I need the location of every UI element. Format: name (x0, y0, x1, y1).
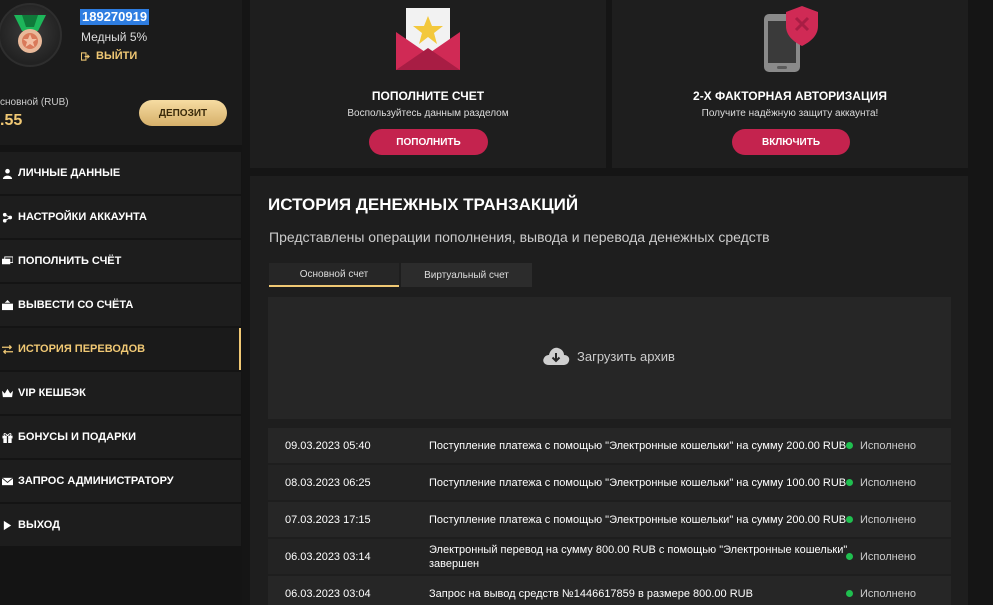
transaction-history-panel: ИСТОРИЯ ДЕНЕЖНЫХ ТРАНЗАКЦИЙ Представлены… (250, 176, 968, 605)
archive-panel: Загрузить архив (268, 297, 951, 419)
status-badge: Исполнено (846, 465, 916, 500)
sidebar-item-label: ВЫВЕСТИ СО СЧЁТА (18, 299, 134, 311)
sidebar-item-personal-data[interactable]: ЛИЧНЫЕ ДАННЫЕ (0, 152, 241, 194)
sidebar-item-label: ЛИЧНЫЕ ДАННЫЕ (18, 167, 121, 179)
status-dot-icon (846, 553, 853, 560)
sidebar-item-label: ИСТОРИЯ ПЕРЕВОДОВ (18, 343, 146, 355)
page-title: ИСТОРИЯ ДЕНЕЖНЫХ ТРАНЗАКЦИЙ (268, 195, 579, 214)
status-badge: Исполнено (846, 576, 916, 605)
exit-icon (1, 519, 13, 531)
status-label: Исполнено (860, 587, 917, 600)
sidebar-item-label: ЗАПРОС АДМИНИСТРАТОРУ (18, 475, 174, 487)
transaction-description: Поступление платежа с помощью "Электронн… (429, 513, 847, 526)
transaction-table: 09.03.2023 05:40 Поступление платежа с п… (268, 428, 951, 605)
transaction-description: Поступление платежа с помощью "Электронн… (429, 476, 847, 489)
sidebar-item-deposit[interactable]: ПОПОЛНИТЬ СЧЁТ (0, 240, 241, 282)
user-id: 189270919 (80, 9, 150, 25)
deposit-card-subtitle: Воспользуйтесь данным разделом (347, 108, 509, 119)
download-archive-label: Загрузить архив (577, 348, 675, 364)
sidebar-item-label: НАСТРОЙКИ АККАУНТА (18, 211, 147, 223)
twofa-card-subtitle: Получите надёжную защиту аккаунта! (701, 108, 879, 119)
status-label: Исполнено (860, 476, 917, 489)
transaction-description: Запрос на вывод средств №1446617859 в ра… (429, 587, 753, 600)
gift-icon (1, 431, 13, 443)
status-dot-icon (846, 516, 853, 523)
status-label: Исполнено (860, 550, 917, 563)
envelope-star-icon (396, 8, 460, 70)
sidebar-item-label: VIP КЕШБЭК (18, 387, 86, 399)
logout-link[interactable]: ВЫЙТИ (81, 50, 137, 62)
table-row: 06.03.2023 03:14 Электронный перевод на … (268, 539, 951, 574)
deposit-card-button[interactable]: ПОПОЛНИТЬ (369, 129, 488, 155)
tab-main-account[interactable]: Основной счет (269, 263, 399, 287)
status-dot-icon (846, 590, 853, 597)
deposit-promo-card: ПОПОЛНИТЕ СЧЕТ Воспользуйтесь данным раз… (250, 0, 606, 168)
avatar[interactable] (0, 3, 62, 67)
sidebar-item-label: ПОПОЛНИТЬ СЧЁТ (18, 255, 122, 267)
transaction-description: Электронный перевод на сумму 800.00 RUB … (429, 543, 848, 570)
user-icon (1, 167, 13, 179)
balance-label: сновной (RUB) (0, 97, 69, 108)
transaction-date: 07.03.2023 17:15 (285, 513, 371, 526)
sidebar: 189270919 Медный 5% ВЫЙТИ сновной (RUB) … (0, 0, 242, 605)
crown-icon (1, 387, 13, 399)
transaction-date: 09.03.2023 05:40 (285, 439, 371, 452)
transaction-description: Поступление платежа с помощью "Электронн… (429, 439, 847, 452)
sidebar-item-vip-cashback[interactable]: VIP КЕШБЭК (0, 372, 241, 414)
status-dot-icon (846, 442, 853, 449)
deposit-button[interactable]: ДЕПОЗИТ (139, 100, 227, 126)
download-archive-button[interactable]: Загрузить архив (542, 346, 675, 366)
transaction-date: 08.03.2023 06:25 (285, 476, 371, 489)
status-dot-icon (846, 479, 853, 486)
transaction-date: 06.03.2023 03:14 (285, 550, 371, 563)
phone-shield-icon (764, 6, 818, 72)
status-badge: Исполнено (846, 539, 916, 574)
sidebar-item-transfer-history[interactable]: ИСТОРИЯ ПЕРЕВОДОВ (0, 328, 241, 370)
user-level: Медный 5% (81, 30, 148, 44)
table-row: 06.03.2023 03:04 Запрос на вывод средств… (268, 576, 951, 605)
twofa-card-title: 2-Х ФАКТОРНАЯ АВТОРИЗАЦИЯ (693, 89, 887, 103)
exit-icon (81, 51, 90, 61)
table-row: 07.03.2023 17:15 Поступление платежа с п… (268, 502, 951, 537)
status-label: Исполнено (860, 513, 917, 526)
profile-panel: 189270919 Медный 5% ВЫЙТИ сновной (RUB) … (0, 0, 242, 145)
withdraw-icon (1, 299, 13, 311)
status-badge: Исполнено (846, 502, 916, 537)
sidebar-item-bonuses[interactable]: БОНУСЫ И ПОДАРКИ (0, 416, 241, 458)
sidebar-item-exit[interactable]: ВЫХОД (0, 504, 241, 546)
balance-value: .55 (0, 112, 23, 129)
status-label: Исполнено (860, 439, 917, 452)
deposit-card-title: ПОПОЛНИТЕ СЧЕТ (371, 89, 485, 103)
twofa-enable-button[interactable]: ВКЛЮЧИТЬ (732, 129, 850, 155)
account-tabs: Основной счет Виртуальный счет (269, 263, 532, 287)
sidebar-menu: ЛИЧНЫЕ ДАННЫЕ НАСТРОЙКИ АККАУНТА ПОПОЛНИ… (0, 152, 241, 548)
medal-icon (14, 15, 46, 53)
page-description: Представлены операции пополнения, вывода… (269, 229, 770, 245)
settings-icon (1, 211, 13, 223)
cards-icon (1, 255, 13, 267)
transaction-date: 06.03.2023 03:04 (285, 587, 371, 600)
mail-icon (1, 475, 13, 487)
cloud-download-icon (543, 347, 570, 365)
sidebar-item-label: БОНУСЫ И ПОДАРКИ (18, 431, 137, 443)
logout-label: ВЫЙТИ (96, 50, 138, 62)
transfer-icon (1, 343, 13, 355)
status-badge: Исполнено (846, 428, 916, 463)
sidebar-item-withdraw[interactable]: ВЫВЕСТИ СО СЧЁТА (0, 284, 241, 326)
table-row: 08.03.2023 06:25 Поступление платежа с п… (268, 465, 951, 500)
table-row: 09.03.2023 05:40 Поступление платежа с п… (268, 428, 951, 463)
tab-virtual-account[interactable]: Виртуальный счет (401, 263, 532, 287)
sidebar-item-account-settings[interactable]: НАСТРОЙКИ АККАУНТА (0, 196, 241, 238)
twofa-promo-card: 2-Х ФАКТОРНАЯ АВТОРИЗАЦИЯ Получите надёж… (612, 0, 968, 168)
sidebar-item-label: ВЫХОД (18, 519, 61, 531)
sidebar-item-admin-request[interactable]: ЗАПРОС АДМИНИСТРАТОРУ (0, 460, 241, 502)
